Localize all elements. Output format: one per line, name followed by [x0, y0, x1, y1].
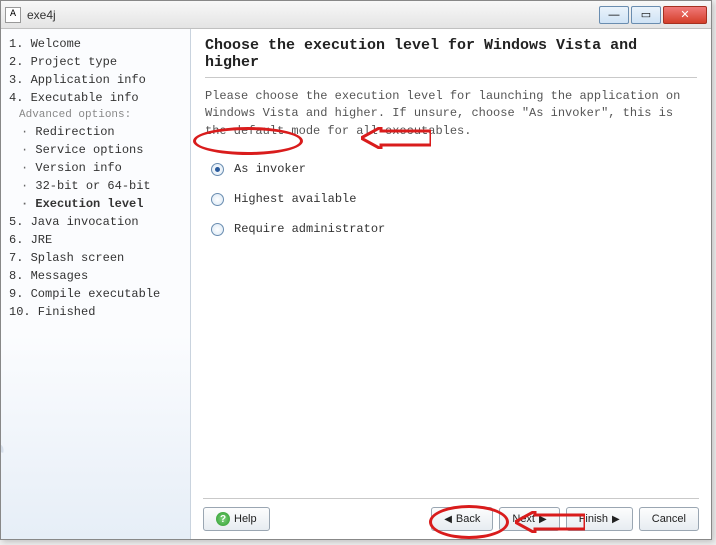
close-button[interactable]: ✕ [663, 6, 707, 24]
substep-service-options[interactable]: Service options [7, 141, 186, 159]
radio-label: As invoker [234, 162, 306, 176]
arrow-right-icon: ▶ [539, 514, 547, 525]
step-project-type[interactable]: 2. Project type [7, 53, 186, 71]
substep-32-64-bit[interactable]: 32-bit or 64-bit [7, 177, 186, 195]
brand-watermark: exe4j [1, 439, 5, 529]
page-title: Choose the execution level for Windows V… [205, 37, 697, 78]
arrow-left-icon: ◀ [444, 514, 452, 525]
cancel-label: Cancel [652, 513, 686, 525]
help-icon: ? [216, 512, 230, 526]
window-body: 1. Welcome 2. Project type 3. Applicatio… [1, 29, 711, 539]
radio-label: Require administrator [234, 222, 385, 236]
maximize-button[interactable]: ▭ [631, 6, 661, 24]
app-icon: A [5, 7, 21, 23]
substep-redirection[interactable]: Redirection [7, 123, 186, 141]
option-highest-available[interactable]: Highest available [205, 188, 697, 218]
radio-label: Highest available [234, 192, 356, 206]
next-label: Next [512, 513, 535, 525]
page-description: Please choose the execution level for la… [205, 88, 697, 140]
radio-icon[interactable] [211, 163, 224, 176]
next-button[interactable]: Next ▶ [499, 507, 559, 531]
titlebar[interactable]: A exe4j — ▭ ✕ [1, 1, 711, 29]
step-welcome[interactable]: 1. Welcome [7, 35, 186, 53]
substep-version-info[interactable]: Version info [7, 159, 186, 177]
window-controls: — ▭ ✕ [599, 6, 707, 24]
help-label: Help [234, 513, 257, 525]
wizard-footer: ? Help ◀ Back Next ▶ Finish ▶ Cancel [203, 498, 699, 531]
step-executable-info[interactable]: 4. Executable info [7, 89, 186, 107]
arrow-right-icon: ▶ [612, 514, 620, 525]
help-button[interactable]: ? Help [203, 507, 270, 531]
advanced-options-label: Advanced options: [7, 107, 186, 123]
finish-button[interactable]: Finish ▶ [566, 507, 633, 531]
wizard-sidebar: 1. Welcome 2. Project type 3. Applicatio… [1, 29, 191, 539]
step-compile-executable[interactable]: 9. Compile executable [7, 285, 186, 303]
step-application-info[interactable]: 3. Application info [7, 71, 186, 89]
back-button[interactable]: ◀ Back [431, 507, 493, 531]
minimize-button[interactable]: — [599, 6, 629, 24]
radio-icon[interactable] [211, 193, 224, 206]
option-require-administrator[interactable]: Require administrator [205, 218, 697, 248]
finish-label: Finish [579, 513, 608, 525]
wizard-main: Choose the execution level for Windows V… [191, 29, 711, 539]
window-title: exe4j [27, 8, 599, 22]
back-label: Back [456, 513, 480, 525]
step-messages[interactable]: 8. Messages [7, 267, 186, 285]
radio-icon[interactable] [211, 223, 224, 236]
step-splash-screen[interactable]: 7. Splash screen [7, 249, 186, 267]
app-window: A exe4j — ▭ ✕ 1. Welcome 2. Project type… [0, 0, 712, 540]
cancel-button[interactable]: Cancel [639, 507, 699, 531]
step-jre[interactable]: 6. JRE [7, 231, 186, 249]
step-finished[interactable]: 10. Finished [7, 303, 186, 321]
option-as-invoker[interactable]: As invoker [205, 158, 697, 188]
step-java-invocation[interactable]: 5. Java invocation [7, 213, 186, 231]
substep-execution-level[interactable]: Execution level [7, 195, 186, 213]
